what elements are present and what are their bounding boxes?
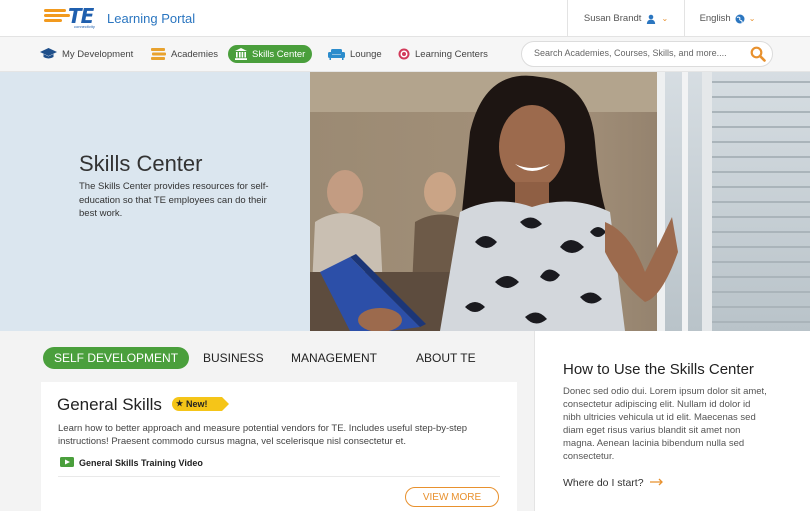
tab-business[interactable]: BUSINESS: [203, 348, 264, 367]
hero-description: The Skills Center provides resources for…: [79, 181, 269, 219]
nav-item-learning-centers[interactable]: Learning Centers: [398, 45, 488, 63]
hero-banner: Skills Center The Skills Center provides…: [0, 72, 810, 331]
chevron-down-icon: ⌄: [748, 14, 756, 23]
card-title: General Skills: [57, 395, 162, 414]
nav-label: Lounge: [350, 48, 382, 60]
nav-label: Learning Centers: [415, 48, 488, 60]
search-input[interactable]: [534, 48, 744, 58]
search-icon[interactable]: [750, 46, 766, 67]
top-bar: TE connectivity Learning Portal Susan Br…: [0, 0, 810, 37]
new-badge: ★ New!: [172, 397, 228, 411]
card-description: Learn how to better approach and measure…: [58, 423, 468, 447]
search-box[interactable]: [521, 41, 773, 67]
link-label: Where do I start?: [563, 477, 644, 489]
hero-title: Skills Center: [79, 151, 203, 176]
star-icon: ★: [176, 399, 184, 408]
nav-item-skills-center[interactable]: Skills Center: [228, 45, 313, 63]
main-nav: My Development Academies Skills Center L…: [0, 37, 810, 72]
video-play-icon: [60, 457, 74, 469]
graduation-cap-icon: [40, 48, 57, 60]
hero-photo: [310, 72, 810, 331]
where-to-start-link[interactable]: Where do I start?: [563, 477, 664, 489]
target-icon: [398, 48, 410, 60]
user-menu[interactable]: Susan Brandt ⌄: [567, 0, 685, 37]
te-logo[interactable]: TE connectivity: [44, 4, 100, 30]
card-divider: [58, 476, 500, 477]
portal-title[interactable]: Learning Portal: [107, 11, 195, 26]
language-label: English: [699, 13, 731, 24]
institution-icon: [235, 48, 247, 60]
chevron-down-icon: ⌄: [661, 14, 669, 23]
help-title: How to Use the Skills Center: [563, 361, 754, 378]
user-name: Susan Brandt: [583, 13, 642, 24]
nav-item-academies[interactable]: Academies: [151, 45, 218, 63]
video-label: General Skills Training Video: [79, 458, 203, 468]
help-text: Donec sed odio dui. Lorem ipsum dolor si…: [563, 386, 767, 462]
nav-label: Academies: [171, 48, 218, 60]
book-stack-icon: [151, 48, 166, 60]
nav-label: Skills Center: [252, 48, 306, 60]
sofa-icon: [328, 48, 345, 60]
nav-label: My Development: [62, 48, 134, 60]
help-panel: How to Use the Skills Center Donec sed o…: [534, 331, 810, 511]
tab-self-development[interactable]: SELF DEVELOPMENT: [43, 347, 190, 369]
nav-item-lounge[interactable]: Lounge: [328, 45, 382, 63]
language-menu[interactable]: English ⌄: [685, 0, 770, 37]
person-icon: [646, 14, 656, 24]
view-more-button[interactable]: VIEW MORE: [405, 487, 499, 507]
hero-text-panel: Skills Center The Skills Center provides…: [0, 72, 310, 331]
arrow-right-icon: [649, 477, 664, 489]
logo-subtext: connectivity: [74, 24, 95, 29]
video-link[interactable]: General Skills Training Video: [60, 457, 203, 469]
badge-label: New!: [186, 399, 208, 409]
tab-management[interactable]: MANAGEMENT: [291, 348, 377, 367]
tab-about-te[interactable]: ABOUT TE: [416, 348, 476, 367]
skill-card: General Skills ★ New! Learn how to bette…: [41, 382, 517, 511]
nav-item-my-development[interactable]: My Development: [40, 45, 133, 63]
globe-icon: [735, 14, 745, 24]
